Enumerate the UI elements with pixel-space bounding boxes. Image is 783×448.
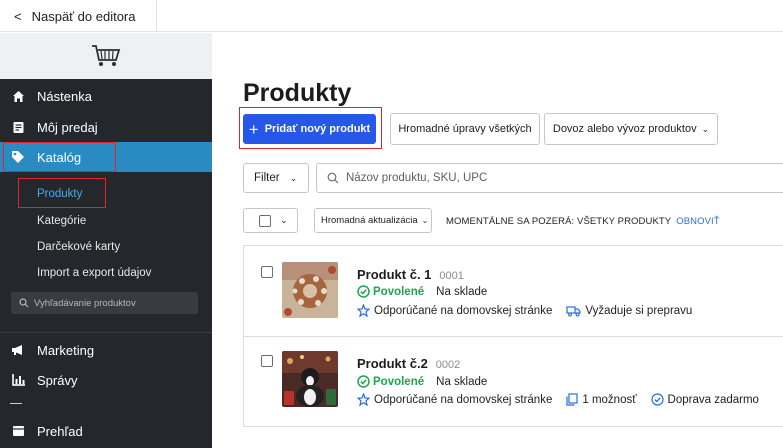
viewing-status: MOMENTÁLNE SA POZERÁ: VŠETKY PRODUKTY OBN… bbox=[446, 216, 720, 227]
sidebar-item-label: Môj predaj bbox=[37, 119, 98, 135]
sidebar-subitem-import-export[interactable]: Import a export údajov bbox=[37, 267, 151, 279]
product-tags: Odporúčané na domovskej stránke 1 možnos… bbox=[357, 393, 773, 406]
tag-shipping: Vyžaduje si prepravu bbox=[566, 305, 692, 317]
sidebar-item-label: Marketing bbox=[37, 342, 95, 358]
import-export-label: Dovoz alebo vývoz produktov bbox=[552, 123, 697, 135]
viewing-text: MOMENTÁLNE SA POZERÁ: VŠETKY PRODUKTY bbox=[446, 216, 672, 227]
highlight-add-product bbox=[239, 107, 382, 149]
back-to-editor-button[interactable]: < Naspäť do editora bbox=[0, 0, 157, 32]
sidebar-divider bbox=[10, 403, 22, 404]
product-search-input[interactable]: Názov produktu, SKU, UPC bbox=[316, 163, 783, 193]
megaphone-icon bbox=[10, 342, 26, 358]
product-status[interactable]: Povolené bbox=[373, 376, 424, 388]
chevron-down-icon: ⌄ bbox=[280, 215, 288, 225]
product-tags: Odporúčané na domovskej stránke Vyžaduje… bbox=[357, 304, 706, 317]
sidebar-item-my-sales[interactable]: Môj predaj bbox=[0, 112, 212, 142]
back-to-editor-label: Naspäť do editora bbox=[31, 8, 136, 24]
sidebar-item-reports[interactable]: Správy bbox=[0, 365, 212, 395]
bulk-edit-button[interactable]: Hromadné úpravy všetkých bbox=[390, 113, 540, 145]
main-content: Produkty + Pridať nový produkt Hromadné … bbox=[213, 33, 783, 448]
filter-dropdown[interactable]: Filter ⌄ bbox=[243, 163, 309, 193]
product-list: Produkt č. 1 0001 Povolené Na sklade Odpo… bbox=[243, 245, 783, 427]
select-all-dropdown[interactable]: ⌄ bbox=[243, 208, 298, 233]
store-logo bbox=[0, 33, 212, 79]
refresh-link[interactable]: OBNOVIŤ bbox=[676, 216, 719, 227]
sidebar-item-label: Prehľad bbox=[37, 423, 83, 439]
sidebar-product-search[interactable]: Vyhľadávanie produktov bbox=[11, 292, 198, 314]
toggle-on-icon bbox=[357, 285, 370, 298]
sidebar-item-label: Nástenka bbox=[37, 88, 92, 104]
bar-chart-icon bbox=[10, 372, 26, 388]
sidebar: Nástenka Môj predaj Katalóg Produkty Kat… bbox=[0, 33, 212, 448]
tag-options: 1 možnosť bbox=[566, 393, 637, 406]
product-name[interactable]: Produkt č. 1 0001 bbox=[357, 267, 464, 282]
filter-label: Filter bbox=[254, 172, 280, 184]
search-icon bbox=[327, 172, 339, 184]
product-thumbnail[interactable] bbox=[282, 262, 338, 318]
cart-icon bbox=[92, 45, 121, 66]
select-all-checkbox[interactable] bbox=[259, 214, 271, 227]
row-checkbox[interactable] bbox=[261, 355, 273, 367]
tag-free-shipping: Doprava zadarmo bbox=[650, 393, 759, 406]
check-circle-icon bbox=[650, 393, 664, 406]
highlight-products bbox=[18, 178, 106, 208]
chevron-down-icon: ⌄ bbox=[421, 216, 429, 225]
product-id: 0002 bbox=[435, 359, 461, 371]
sidebar-subitem-categories[interactable]: Kategórie bbox=[37, 215, 86, 227]
sidebar-subitem-gift-cards[interactable]: Darčekové karty bbox=[37, 241, 120, 253]
bulk-edit-label: Hromadné úpravy všetkých bbox=[398, 123, 532, 135]
tag-featured: Odporúčané na domovskej stránke bbox=[357, 393, 552, 406]
bulk-update-label: Hromadná aktualizácia bbox=[321, 215, 418, 226]
truck-icon bbox=[566, 305, 581, 316]
tag-featured: Odporúčané na domovskej stránke bbox=[357, 304, 552, 317]
star-icon bbox=[357, 304, 370, 317]
highlight-catalog bbox=[3, 142, 116, 172]
sidebar-item-label: Správy bbox=[37, 372, 78, 388]
product-status-line: Povolené Na sklade bbox=[357, 375, 487, 388]
top-bar: < Naspäť do editora bbox=[0, 0, 783, 32]
row-checkbox[interactable] bbox=[261, 266, 273, 278]
product-thumbnail[interactable] bbox=[282, 351, 338, 407]
toggle-on-icon bbox=[357, 375, 370, 388]
overview-icon bbox=[10, 423, 26, 439]
product-name[interactable]: Produkt č.2 0002 bbox=[357, 356, 460, 371]
sidebar-item-overview[interactable]: Prehľad bbox=[0, 416, 212, 446]
page-title: Produkty bbox=[243, 79, 352, 107]
product-stock: Na sklade bbox=[436, 375, 488, 388]
product-stock: Na sklade bbox=[436, 285, 488, 298]
table-row[interactable]: Produkt č.2 0002 Povolené Na sklade Odpor… bbox=[244, 336, 783, 426]
sidebar-item-marketing[interactable]: Marketing bbox=[0, 335, 212, 365]
sidebar-divider bbox=[0, 332, 212, 333]
home-icon bbox=[10, 88, 26, 104]
sidebar-search-placeholder: Vyhľadávanie produktov bbox=[34, 297, 136, 309]
sidebar-item-dashboard[interactable]: Nástenka bbox=[0, 81, 212, 111]
chevron-down-icon: ⌄ bbox=[701, 123, 710, 134]
product-id: 0001 bbox=[439, 270, 464, 282]
table-row[interactable]: Produkt č. 1 0001 Povolené Na sklade Odpo… bbox=[244, 246, 783, 336]
chevron-down-icon: ⌄ bbox=[289, 172, 298, 183]
import-export-button[interactable]: Dovoz alebo vývoz produktov ⌄ bbox=[544, 113, 718, 145]
product-status-line: Povolené Na sklade bbox=[357, 285, 487, 298]
chevron-left-icon: < bbox=[14, 8, 22, 24]
bulk-update-dropdown[interactable]: Hromadná aktualizácia ⌄ bbox=[314, 208, 432, 233]
star-icon bbox=[357, 393, 370, 406]
copy-icon bbox=[566, 393, 578, 406]
product-status[interactable]: Povolené bbox=[373, 286, 424, 298]
receipt-icon bbox=[10, 119, 26, 135]
product-search-placeholder: Názov produktu, SKU, UPC bbox=[346, 172, 488, 184]
search-icon bbox=[19, 298, 29, 308]
